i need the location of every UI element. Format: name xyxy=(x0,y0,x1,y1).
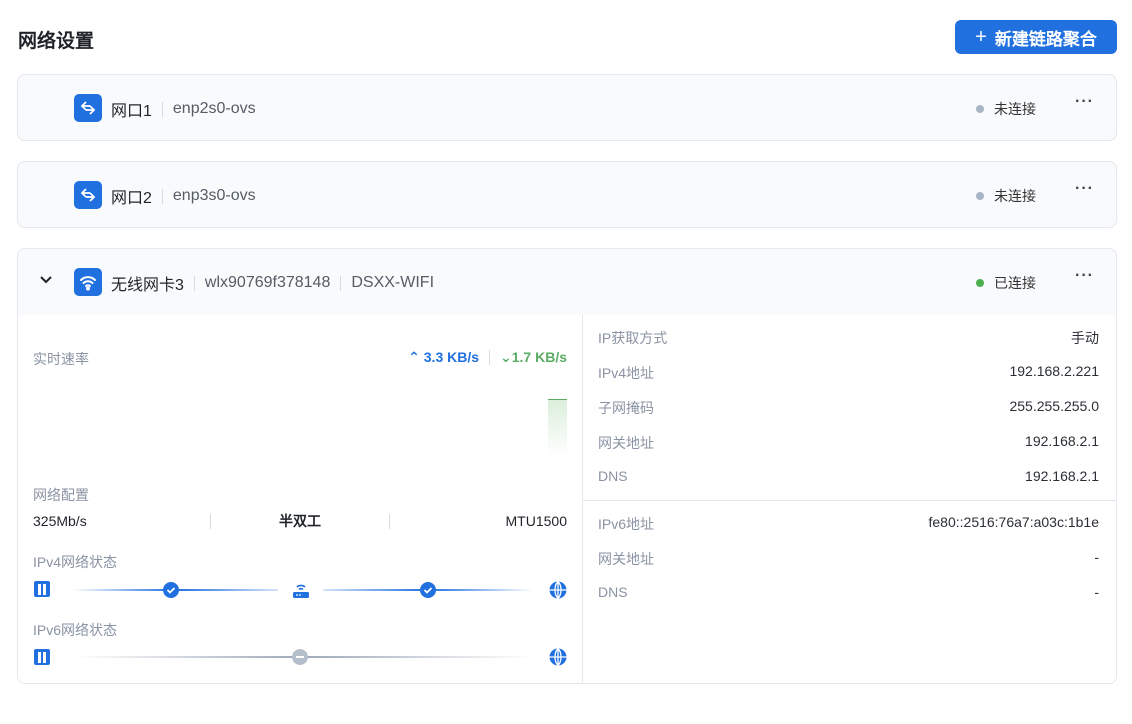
realtime-speed-label: 实时速率 xyxy=(33,351,89,367)
interface-device: enp2s0-ovs xyxy=(172,100,256,117)
field-value: fe80::2516:76a7:a03c:1b1e xyxy=(928,514,1100,530)
network-config-label: 网络配置 xyxy=(33,487,89,503)
check-circle-icon xyxy=(420,582,436,598)
globe-icon xyxy=(549,648,567,666)
divider xyxy=(583,500,1116,501)
ipv6-row: DNS - xyxy=(598,584,1099,600)
duplex: 半双工 xyxy=(278,513,321,529)
device-icon xyxy=(34,649,50,665)
status-badge: 已连接 xyxy=(976,273,1036,293)
interface-device: wlx90769f378148 xyxy=(204,274,331,291)
field-label: IP获取方式 xyxy=(598,330,668,346)
wifi-icon xyxy=(74,268,102,296)
ipv6-row: 网关地址 - xyxy=(598,549,1099,569)
upload-speed: ⌃ 3.3 KB/s xyxy=(408,349,480,365)
ipv6-row: IPv6地址 fe80::2516:76a7:a03c:1b1e xyxy=(598,514,1099,534)
ipv4-row: 网关地址 192.168.2.1 xyxy=(598,433,1099,453)
check-circle-icon xyxy=(163,582,179,598)
ipv4-row: 子网掩码 255.255.255.0 xyxy=(598,398,1099,418)
field-label: IPv4地址 xyxy=(598,365,655,381)
ethernet-arrows-icon xyxy=(74,94,102,122)
field-label: 网关地址 xyxy=(598,551,654,567)
ip-details-panel: IP获取方式 手动 IPv4地址 192.168.2.221 子网掩码 255.255.2… xyxy=(583,315,1116,683)
interface-name: 网口1 xyxy=(111,103,152,120)
field-label: DNS xyxy=(598,468,628,484)
ipv6-status-label: IPv6网络状态 xyxy=(33,622,118,638)
field-value: 192.168.2.1 xyxy=(1025,468,1099,484)
router-icon xyxy=(293,584,309,598)
chevron-down-icon[interactable] xyxy=(38,271,54,287)
ethernet-arrows-icon xyxy=(74,181,102,209)
status-badge: 未连接 xyxy=(976,186,1036,206)
ipv4-row: DNS 192.168.2.1 xyxy=(598,468,1099,484)
field-value: - xyxy=(1094,584,1099,600)
globe-icon xyxy=(549,581,567,599)
field-label: IPv6地址 xyxy=(598,516,655,532)
ipv4-row: IPv4地址 192.168.2.221 xyxy=(598,363,1099,383)
status-badge: 未连接 xyxy=(976,99,1036,119)
interface-card-3: 无线网卡3 wlx90769f378148 DSXX-WIFI 已连接 ··· 实时… xyxy=(17,248,1117,684)
field-value: - xyxy=(1094,549,1099,565)
more-options-button[interactable]: ··· xyxy=(1075,267,1094,285)
interface-card-2[interactable]: 网口2 enp3s0-ovs 未连接 ··· xyxy=(17,161,1117,228)
ipv4-status-label: IPv4网络状态 xyxy=(33,554,118,570)
interface-name: 网口2 xyxy=(111,190,152,207)
field-value: 192.168.2.1 xyxy=(1025,433,1099,449)
interface-name: 无线网卡3 xyxy=(111,277,184,294)
new-button-label: 新建链路聚合 xyxy=(994,29,1097,49)
download-speed: ⌄1.7 KB/s xyxy=(500,349,567,365)
more-options-button[interactable]: ··· xyxy=(1075,180,1094,198)
mtu: MTU1500 xyxy=(505,513,567,529)
field-value: 192.168.2.221 xyxy=(1009,363,1099,379)
interface-device: enp3s0-ovs xyxy=(172,187,256,204)
ipv4-row: IP获取方式 手动 xyxy=(598,328,1099,348)
interface-ssid: DSXX-WIFI xyxy=(351,274,435,291)
page-title: 网络设置 xyxy=(18,31,95,52)
new-link-aggregation-button[interactable]: + 新建链路聚合 xyxy=(955,20,1117,54)
link-speed: 325Mb/s xyxy=(33,513,87,529)
speed-chart-bar xyxy=(548,399,567,457)
device-icon xyxy=(34,581,50,597)
field-value: 手动 xyxy=(1071,330,1099,346)
field-label: 子网掩码 xyxy=(598,400,654,416)
field-label: DNS xyxy=(598,584,628,600)
interface-card-1[interactable]: 网口1 enp2s0-ovs 未连接 ··· xyxy=(17,74,1117,141)
more-options-button[interactable]: ··· xyxy=(1075,93,1094,111)
plus-icon: + xyxy=(975,25,987,48)
field-label: 网关地址 xyxy=(598,435,654,451)
field-value: 255.255.255.0 xyxy=(1009,398,1099,414)
disabled-circle-icon xyxy=(292,649,308,665)
